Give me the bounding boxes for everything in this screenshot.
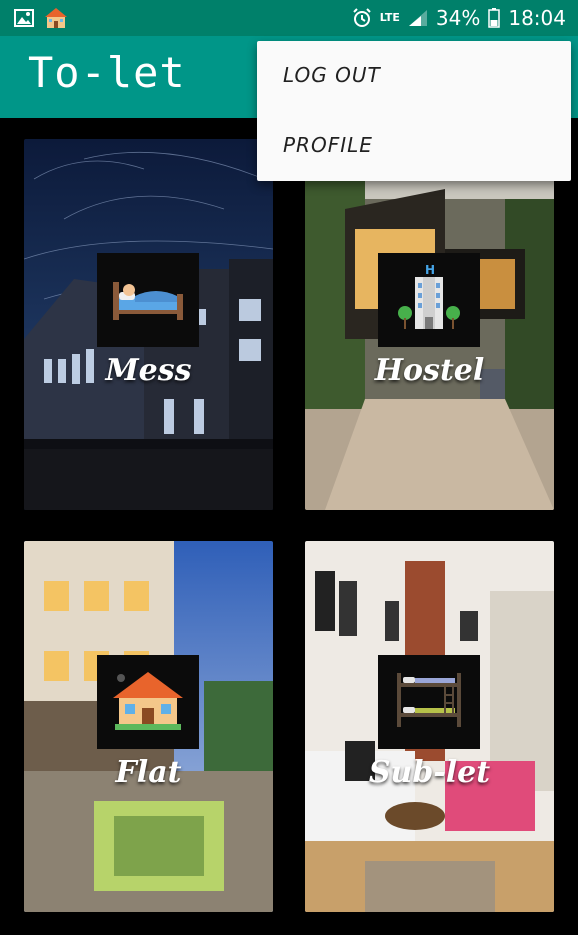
menu-item-log-out[interactable]: LOG OUT bbox=[283, 63, 381, 87]
category-card-sub-let[interactable]: Sub-let bbox=[305, 541, 554, 912]
clock: 18:04 bbox=[508, 6, 566, 30]
category-card-mess[interactable]: Mess bbox=[24, 139, 273, 510]
alarm-icon bbox=[352, 8, 372, 28]
category-card-hostel[interactable]: H Hostel bbox=[305, 139, 554, 510]
lte-label: LTE bbox=[379, 11, 400, 24]
hotel-building-icon: H bbox=[397, 263, 461, 337]
mess-icon-box bbox=[97, 253, 199, 347]
image-icon bbox=[14, 9, 34, 27]
sub-let-icon-box bbox=[378, 655, 480, 749]
status-bar-right: LTE 34% 18:04 bbox=[352, 6, 566, 30]
signal-icon bbox=[408, 9, 428, 27]
category-card-flat[interactable]: Flat bbox=[24, 541, 273, 912]
house-notification-icon bbox=[44, 7, 68, 29]
house-icon bbox=[111, 668, 185, 736]
lte-icon: LTE bbox=[379, 11, 400, 24]
mess-label: Mess bbox=[105, 353, 192, 388]
status-bar: LTE 34% 18:04 bbox=[0, 0, 578, 36]
sub-let-label: Sub-let bbox=[368, 755, 491, 790]
svg-text:H: H bbox=[425, 263, 435, 277]
bed-icon bbox=[111, 274, 185, 326]
battery-percent: 34% bbox=[435, 6, 481, 30]
overflow-menu: LOG OUT PROFILE bbox=[257, 41, 571, 181]
flat-icon-box bbox=[97, 655, 199, 749]
battery-icon bbox=[488, 8, 501, 28]
status-bar-left bbox=[14, 7, 68, 29]
bunk-bed-icon bbox=[393, 671, 465, 733]
app-title: To-let bbox=[28, 48, 186, 97]
hostel-icon-box: H bbox=[378, 253, 480, 347]
menu-item-profile[interactable]: PROFILE bbox=[283, 133, 373, 157]
flat-label: Flat bbox=[115, 755, 182, 790]
hostel-label: Hostel bbox=[374, 353, 485, 388]
